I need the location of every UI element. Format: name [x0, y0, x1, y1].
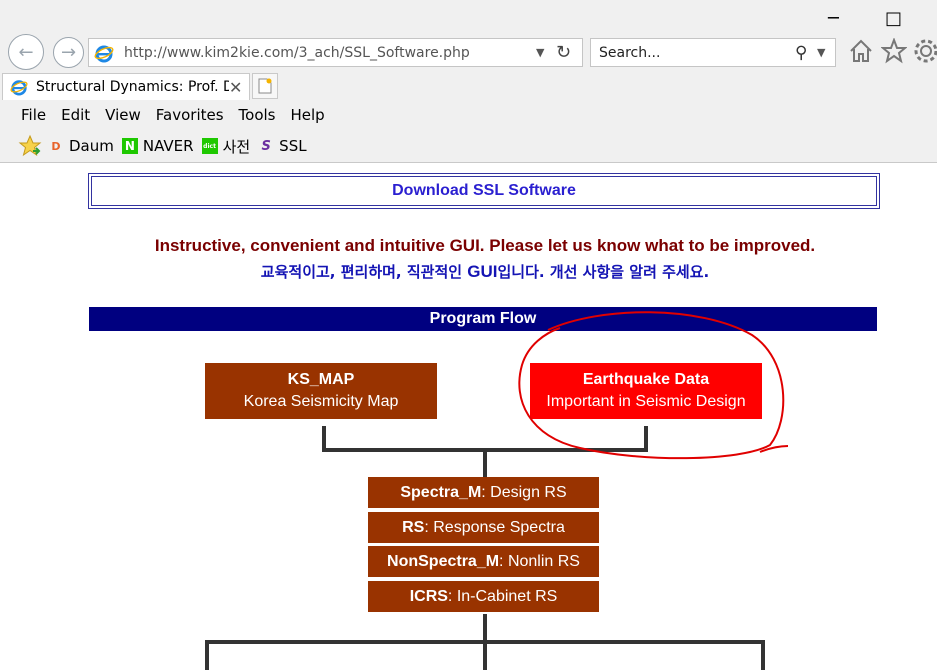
settings-gear-icon[interactable]	[913, 38, 937, 64]
close-tab-icon[interactable]: ✕	[229, 78, 249, 97]
address-dropdown-icon[interactable]: ▼	[536, 46, 556, 59]
module-name: RS	[402, 518, 425, 536]
browser-chrome: ─ □ ← → http://www.kim2kie.com/3_ach/SSL…	[0, 0, 937, 163]
favorite-label: Daum	[69, 137, 114, 155]
address-bar[interactable]: http://www.kim2kie.com/3_ach/SSL_Softwar…	[88, 38, 583, 67]
module-desc: : In-Cabinet RS	[447, 587, 558, 605]
favorite-label: SSL	[279, 137, 307, 155]
forward-button[interactable]: →	[53, 37, 84, 68]
search-dropdown-icon[interactable]: ▼	[817, 46, 835, 59]
module-rs[interactable]: RS: Response Spectra	[368, 512, 599, 543]
download-title[interactable]: Download SSL Software	[91, 176, 877, 206]
favorite-label: 사전	[222, 137, 251, 156]
module-spectra-m[interactable]: Spectra_M: Design RS	[368, 477, 599, 508]
back-button[interactable]: ←	[8, 34, 44, 70]
ks-map-box[interactable]: KS_MAP Korea Seismicity Map	[205, 363, 437, 419]
menu-file[interactable]: File	[21, 106, 46, 124]
new-tab-button[interactable]	[252, 73, 278, 99]
ssl-icon: S	[261, 138, 271, 154]
module-nonspectra-m[interactable]: NonSpectra_M: Nonlin RS	[368, 546, 599, 577]
menu-favorites[interactable]: Favorites	[156, 106, 224, 124]
module-desc: : Nonlin RS	[499, 552, 580, 570]
intro-korean-suffix: 입니다. 개선 사항을 알려 주세요.	[497, 263, 710, 281]
intro-korean-gui: GUI	[467, 262, 498, 281]
menu-help[interactable]: Help	[291, 106, 325, 124]
search-input[interactable]: Search...	[599, 45, 795, 61]
favorites-star-icon[interactable]	[881, 38, 907, 64]
download-header: Download SSL Software	[88, 173, 880, 209]
naver-icon: N	[121, 138, 138, 154]
favorite-label: NAVER	[142, 137, 194, 155]
intro-korean-prefix: 교육적이고, 편리하며, 직관적인	[260, 263, 468, 281]
search-icon[interactable]: ⚲	[795, 43, 817, 63]
module-desc: : Response Spectra	[424, 518, 565, 536]
home-icon[interactable]	[848, 38, 874, 64]
module-desc: : Design RS	[481, 483, 567, 501]
ie-logo-icon	[94, 45, 114, 62]
favorite-daum[interactable]: D Daum	[48, 137, 114, 155]
earthquake-data-box[interactable]: Earthquake Data Important in Seismic Des…	[530, 363, 762, 419]
menu-tools[interactable]: Tools	[239, 106, 276, 124]
module-name: ICRS	[409, 587, 448, 605]
program-flow-header: Program Flow	[89, 307, 877, 331]
minimize-button[interactable]: ─	[828, 8, 839, 29]
menu-bar: File Edit View Favorites Tools Help	[0, 101, 937, 129]
forward-arrow-icon: →	[60, 42, 77, 63]
search-box[interactable]: Search... ⚲ ▼	[590, 38, 836, 67]
favorite-naver[interactable]: N NAVER	[121, 137, 194, 155]
module-name: NonSpectra_M	[387, 552, 500, 570]
favorite-ssl[interactable]: S SSL	[258, 137, 306, 155]
ks-map-title: KS_MAP	[287, 371, 355, 388]
earthquake-data-title: Earthquake Data	[582, 371, 710, 388]
ie-tab-icon	[10, 80, 28, 96]
ks-map-subtitle: Korea Seismicity Map	[243, 393, 399, 410]
favorite-dictionary[interactable]: dict 사전	[201, 136, 251, 157]
new-tab-icon	[258, 78, 272, 94]
url-text: http://www.kim2kie.com/3_ach/SSL_Softwar…	[124, 44, 470, 61]
back-arrow-icon: ←	[18, 41, 34, 63]
intro-korean: 교육적이고, 편리하며, 직관적인 GUI입니다. 개선 사항을 알려 주세요.	[0, 261, 937, 282]
module-icrs[interactable]: ICRS: In-Cabinet RS	[368, 581, 599, 612]
module-name: Spectra_M	[400, 483, 482, 501]
tab-active[interactable]: Structural Dynamics: Prof. D... ✕	[2, 73, 250, 100]
connector-line	[483, 614, 487, 642]
page-content: Download SSL Software Instructive, conve…	[0, 164, 937, 670]
earthquake-data-subtitle: Important in Seismic Design	[546, 393, 746, 410]
tab-title: Structural Dynamics: Prof. D...	[36, 79, 229, 95]
favorites-bar: D Daum N NAVER dict 사전 S SSL	[0, 131, 937, 161]
dictionary-icon: dict	[201, 138, 218, 154]
refresh-icon[interactable]: ↻	[556, 42, 582, 63]
add-favorite-star-icon[interactable]	[18, 134, 42, 158]
daum-icon: D	[51, 139, 61, 153]
intro-english: Instructive, convenient and intuitive GU…	[154, 236, 816, 255]
menu-edit[interactable]: Edit	[61, 106, 90, 124]
maximize-button[interactable]: □	[885, 8, 902, 29]
connector-line	[483, 450, 487, 478]
menu-view[interactable]: View	[105, 106, 141, 124]
